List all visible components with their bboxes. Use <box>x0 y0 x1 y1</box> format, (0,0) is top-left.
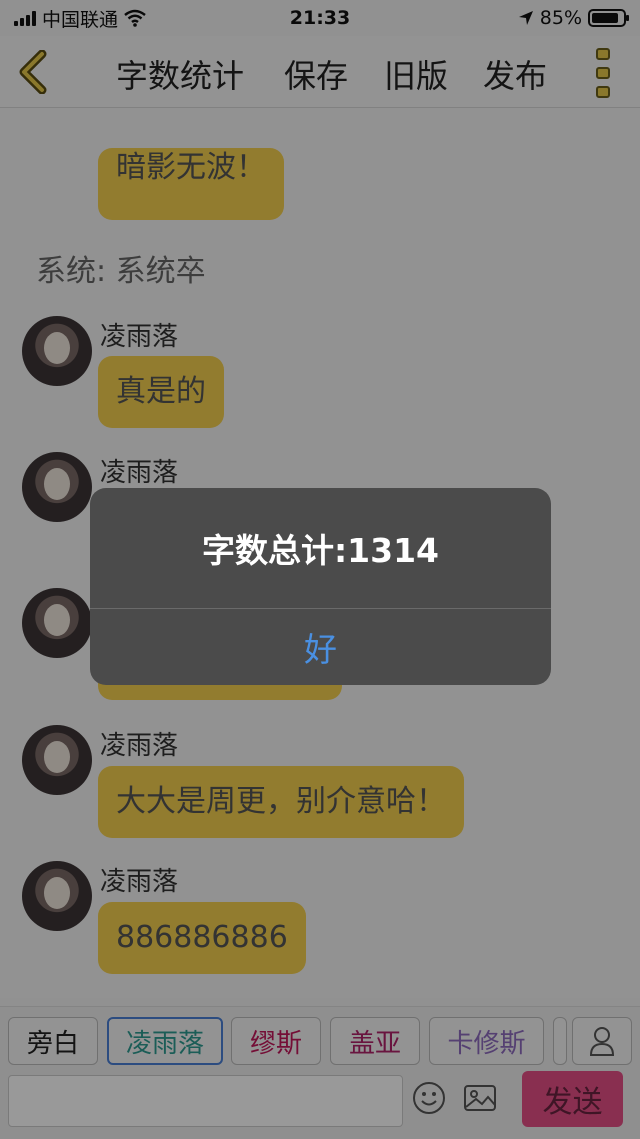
alert-dialog: 字数总计:1314 好 <box>90 488 551 685</box>
alert-message: 字数总计:1314 <box>201 531 440 570</box>
alert-ok-button[interactable]: 好 <box>90 609 551 685</box>
